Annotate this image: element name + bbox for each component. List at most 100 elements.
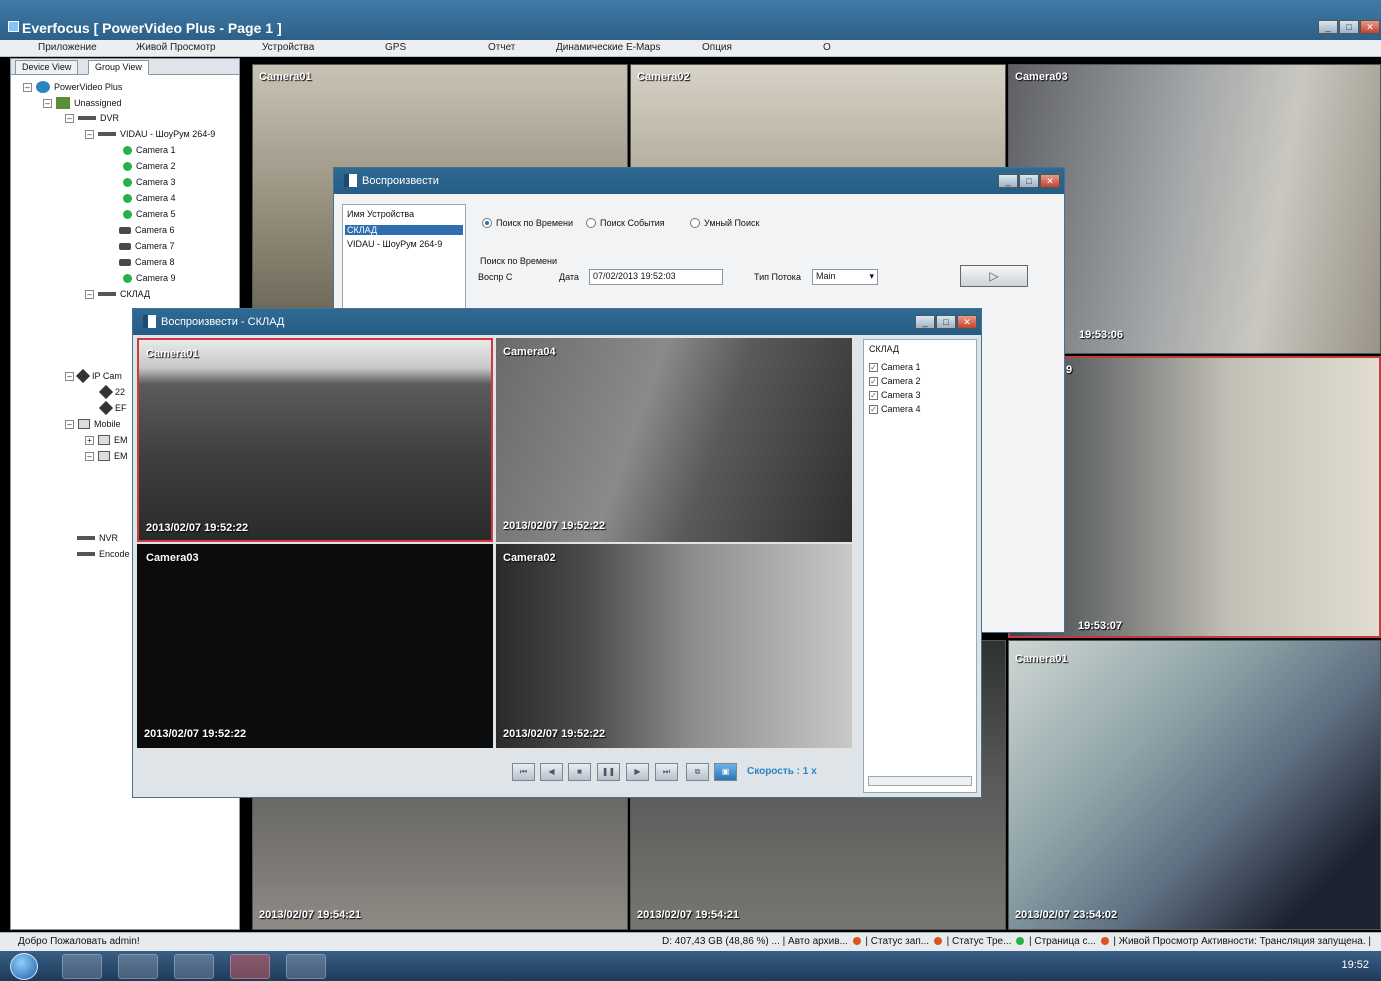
collapse-icon[interactable]: –: [23, 82, 32, 92]
tree-camera[interactable]: Camera 8: [119, 257, 175, 267]
collapse-icon[interactable]: –: [85, 289, 94, 299]
menu-item-report[interactable]: Отчет: [488, 42, 515, 53]
playback-tile[interactable]: Camera01 2013/02/07 19:52:22: [137, 338, 493, 542]
taskbar-app-button[interactable]: [174, 954, 214, 979]
tree-sklad[interactable]: – СКЛАД: [85, 289, 150, 299]
radio-dot[interactable]: [482, 218, 492, 228]
chevron-down-icon: ▾: [869, 271, 874, 281]
menu-item-about[interactable]: О: [823, 42, 831, 53]
close-button[interactable]: ✕: [1040, 174, 1060, 188]
device-list-item-sklad[interactable]: СКЛАД: [345, 225, 463, 235]
tree-camera[interactable]: Camera 4: [123, 193, 176, 203]
device-list-item-vidau[interactable]: VIDAU - ШоуРум 264-9: [347, 239, 442, 249]
minimize-button[interactable]: _: [998, 174, 1018, 188]
radio-time-search[interactable]: Поиск по Времени: [482, 218, 573, 228]
expand-icon[interactable]: +: [85, 435, 94, 445]
stream-type-select[interactable]: Main ▾: [812, 269, 878, 285]
tree-camera[interactable]: Camera 6: [119, 225, 175, 235]
collapse-icon[interactable]: –: [65, 113, 74, 123]
stop-button[interactable]: ■: [568, 763, 591, 781]
menu-item-live-view[interactable]: Живой Просмотр: [136, 42, 216, 53]
tree-camera[interactable]: Camera 5: [123, 209, 176, 219]
maximize-button[interactable]: □: [1339, 20, 1359, 34]
radio-dot[interactable]: [586, 218, 596, 228]
playback-tile[interactable]: Camera03 2013/02/07 19:52:22: [137, 544, 493, 748]
maximize-button[interactable]: □: [936, 315, 956, 329]
minimize-button[interactable]: _: [1318, 20, 1338, 34]
tree-dvr[interactable]: – DVR: [65, 113, 119, 123]
tree-camera[interactable]: Camera 7: [119, 241, 175, 251]
menu-item-gps[interactable]: GPS: [385, 42, 406, 53]
collapse-icon[interactable]: –: [43, 98, 52, 108]
mobile-icon: [98, 451, 110, 461]
tree-ipcam-item[interactable]: 22: [98, 384, 125, 400]
nvr-icon: [77, 536, 95, 540]
camera-checkbox[interactable]: ✓ Camera 2: [869, 376, 921, 386]
video-tile[interactable]: Camera01 2013/02/07 23:54:02: [1008, 640, 1381, 930]
tree-encoder[interactable]: Encode: [77, 549, 130, 559]
menu-item-options[interactable]: Опция: [702, 42, 732, 53]
play-button[interactable]: ▶: [626, 763, 649, 781]
ip-camera-icon: [98, 384, 114, 400]
tree-mobile[interactable]: – Mobile: [65, 419, 121, 429]
radio-smart-search[interactable]: Умный Поиск: [690, 218, 759, 228]
playback-speed: Скорость : 1 x: [747, 766, 817, 777]
fast-forward-button[interactable]: ⏭: [655, 763, 678, 781]
collapse-icon[interactable]: –: [65, 419, 74, 429]
taskbar-app-button[interactable]: [62, 954, 102, 979]
playback-tile[interactable]: Camera02 2013/02/07 19:52:22: [496, 544, 852, 748]
checkbox-checked-icon[interactable]: ✓: [869, 404, 878, 414]
tree-mobile-item[interactable]: + EM: [85, 435, 128, 445]
radio-event-search[interactable]: Поиск События: [586, 218, 665, 228]
collapse-icon[interactable]: –: [85, 451, 94, 461]
menu-item-devices[interactable]: Устройства: [262, 42, 314, 53]
minimize-button[interactable]: _: [915, 315, 935, 329]
tree-nvr[interactable]: NVR: [77, 533, 118, 543]
playback-tile[interactable]: Camera04 2013/02/07 19:52:22: [496, 338, 852, 542]
snapshot-button[interactable]: ▣: [714, 763, 737, 781]
camera-checkbox[interactable]: ✓ Camera 1: [869, 362, 921, 372]
taskbar-app-button[interactable]: [118, 954, 158, 979]
video-timestamp: 19:53:06: [1079, 329, 1124, 341]
camera-checkbox[interactable]: ✓ Camera 4: [869, 404, 921, 414]
pause-button[interactable]: ❚❚: [597, 763, 620, 781]
playback-icon: [344, 174, 357, 187]
start-button[interactable]: [10, 953, 38, 980]
radio-dot[interactable]: [690, 218, 700, 228]
taskbar-app-button[interactable]: [286, 954, 326, 979]
tree-camera[interactable]: Camera 1: [123, 145, 176, 155]
tab-group-view[interactable]: Group View: [88, 60, 149, 75]
dvr-icon: [98, 132, 116, 136]
tree-camera[interactable]: Camera 2: [123, 161, 176, 171]
menu-item-application[interactable]: Приложение: [38, 42, 97, 53]
tree-ipcam[interactable]: – IP Cam: [65, 368, 122, 384]
export-button[interactable]: ⧉: [686, 763, 709, 781]
maximize-button[interactable]: □: [1019, 174, 1039, 188]
tree-ipcam-item[interactable]: EF: [98, 400, 127, 416]
camera-checkbox[interactable]: ✓ Camera 3: [869, 390, 921, 400]
tree-vidau[interactable]: – VIDAU - ШоуРум 264-9: [85, 129, 215, 139]
checkbox-checked-icon[interactable]: ✓: [869, 376, 878, 386]
tree-camera[interactable]: Camera 9: [123, 273, 176, 283]
tab-device-view[interactable]: Device View: [15, 60, 79, 75]
disk-status: D: 407,43 GB (48,86 %) ... | Авто архив.…: [662, 936, 848, 947]
tree-unassigned[interactable]: – Unassigned: [43, 97, 122, 109]
rewind-fast-button[interactable]: ⏮: [512, 763, 535, 781]
reverse-play-button[interactable]: ◀: [540, 763, 563, 781]
date-time-input[interactable]: 07/02/2013 19:52:03: [589, 269, 723, 285]
tree-mobile-item[interactable]: – EM: [85, 451, 128, 461]
taskbar-app-button[interactable]: [230, 954, 270, 979]
horizontal-scrollbar[interactable]: [868, 776, 972, 786]
menu-item-emaps[interactable]: Динамические E-Maps: [556, 42, 660, 53]
close-button[interactable]: ✕: [1360, 20, 1380, 34]
play-search-button[interactable]: ▷: [960, 265, 1028, 287]
close-button[interactable]: ✕: [957, 315, 977, 329]
collapse-icon[interactable]: –: [85, 129, 94, 139]
tree-camera[interactable]: Camera 3: [123, 177, 176, 187]
app-logo-icon: [8, 21, 19, 32]
tree-root[interactable]: – PowerVideo Plus: [23, 81, 122, 93]
collapse-icon[interactable]: –: [65, 371, 74, 381]
checkbox-checked-icon[interactable]: ✓: [869, 390, 878, 400]
ip-camera-icon: [98, 400, 114, 416]
checkbox-checked-icon[interactable]: ✓: [869, 362, 878, 372]
